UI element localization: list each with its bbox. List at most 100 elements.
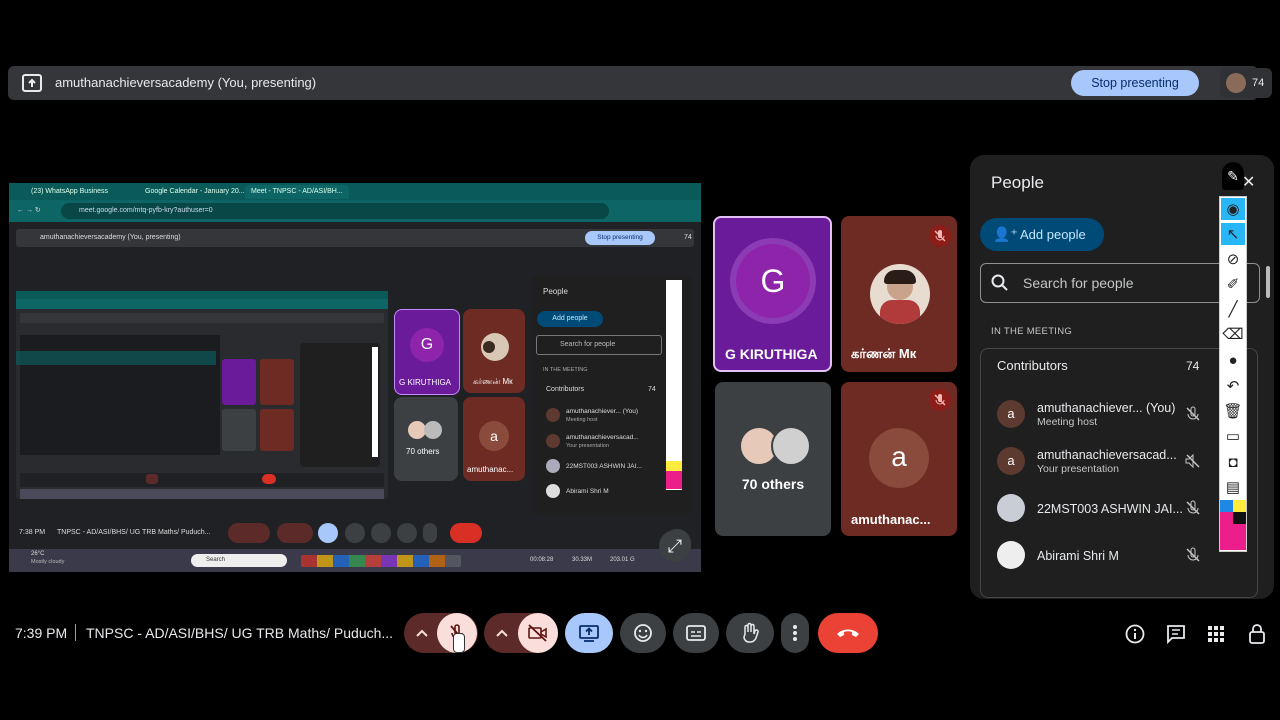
eye-icon[interactable]: ◉ (1221, 198, 1245, 220)
participant-avatars (1226, 73, 1246, 93)
presenting-title: amuthanachieversacademy (You, presenting… (55, 75, 317, 90)
participant-name: Abirami Shri M (1037, 549, 1119, 563)
contributors-count: 74 (1186, 359, 1200, 373)
color-swatch-pink[interactable] (1220, 512, 1233, 524)
clock: 7:39 PM (15, 625, 68, 641)
dot-icon[interactable]: ● (1221, 349, 1245, 371)
emoji-icon (634, 624, 652, 642)
nested-screen-capture (16, 291, 388, 499)
inner-row-name: amuthanachiever... (You) (566, 408, 639, 415)
participant-role: Your presentation (1037, 463, 1119, 475)
scrollbar[interactable] (1266, 266, 1270, 298)
inner-tile-kiruthiga: G G KIRUTHIGA (394, 309, 460, 395)
participant-name: amuthanachieversacad... (1037, 448, 1177, 462)
eraser-icon[interactable]: ⌫ (1221, 323, 1245, 345)
line-icon[interactable]: ╱ (1221, 298, 1245, 320)
add-person-icon: 👤⁺ (993, 226, 1018, 242)
address-bar[interactable]: meet.google.com/mtq-pyfb-kry?authuser=0 (61, 203, 609, 219)
avatar (997, 541, 1025, 569)
avatar: a (997, 400, 1025, 428)
inner-row-name: amuthanachieversacad... (566, 434, 639, 441)
clipboard-icon[interactable]: ▤ (1221, 476, 1245, 498)
mic-off-icon[interactable] (1183, 498, 1203, 523)
inner-annotation-toolbar (666, 280, 682, 490)
end-call-icon (837, 629, 859, 637)
inner-contributors: Contributors (546, 386, 585, 393)
whiteboard-icon[interactable]: ▭ (1221, 425, 1245, 447)
participant-count: 74 (1252, 77, 1265, 89)
color-swatch-blue[interactable] (1220, 500, 1233, 512)
present-button[interactable] (565, 613, 613, 653)
tile-name: கர்ணன் Mк (851, 346, 917, 361)
more-options-button[interactable] (781, 613, 809, 653)
color-swatch-yellow[interactable] (1233, 500, 1246, 512)
reactions-button[interactable] (620, 613, 666, 653)
browser-nav-icons[interactable]: ← → ↻ (17, 206, 41, 214)
inner-time: 7:38 PM (19, 529, 46, 536)
trash-icon[interactable]: 🗑 (1221, 400, 1245, 422)
chat-icon[interactable] (1165, 623, 1187, 650)
people-panel-title: People (991, 173, 1044, 192)
meeting-title: TNPSC - AD/ASI/BHS/ UG TRB Maths/ Puduch… (86, 625, 394, 641)
browser-tab-meet[interactable]: Meet - TNPSC - AD/ASI/BH... (245, 185, 349, 199)
tile-kiruthiga[interactable]: G G KIRUTHIGA (713, 216, 832, 372)
browser-tab-calendar[interactable]: Google Calendar - January 20... (139, 185, 251, 199)
browser-tab-whatsapp[interactable]: (23) WhatsApp Business (25, 185, 115, 199)
tile-amuthan[interactable]: a amuthanac... (841, 382, 957, 536)
close-icon[interactable]: ✕ (1242, 172, 1255, 192)
stop-presenting-button[interactable]: Stop presenting (1071, 70, 1199, 96)
highlighter-icon[interactable]: ✐ (1221, 273, 1245, 295)
inner-row-name: Abirami Shri M (566, 488, 609, 495)
taskbar-weather: 26°C (31, 551, 45, 557)
fullscreen-icon[interactable]: ⤢ (659, 530, 691, 562)
mic-off-icon[interactable] (1183, 545, 1203, 570)
host-controls-icon[interactable] (1246, 622, 1268, 651)
captions-button[interactable] (673, 613, 719, 653)
color-swatch-black[interactable] (1233, 512, 1246, 524)
tile-name: G KIRUTHIGA (725, 346, 818, 362)
tile-others[interactable]: 70 others (715, 382, 831, 536)
inner-row-sub: Meeting host (566, 417, 598, 423)
inner-stop-button: Stop presenting (585, 231, 655, 245)
taskbar-rec-time: 00:08:28 (530, 557, 554, 563)
undo-icon[interactable]: ↶ (1221, 375, 1245, 397)
tile-karnan[interactable]: கர்ணன் Mк (841, 216, 957, 372)
inner-count: 74 (684, 234, 692, 241)
taskbar-rec-size1: 30.33M (572, 557, 593, 563)
mic-options-button[interactable] (404, 613, 440, 653)
avatar: a (869, 428, 929, 488)
inner-add-people: Add people (537, 311, 603, 327)
raise-hand-button[interactable] (726, 613, 774, 653)
inner-tile-others: 70 others (394, 397, 458, 481)
meeting-info-icon[interactable] (1124, 623, 1146, 650)
inner-presenting-title: amuthanachieversacademy (You, presenting… (40, 234, 181, 241)
leave-call-button[interactable] (818, 613, 878, 653)
camera-options-button[interactable] (484, 613, 520, 653)
camera-icon[interactable]: ◘ (1221, 451, 1245, 473)
avatar (870, 264, 930, 324)
activities-icon[interactable] (1206, 624, 1226, 649)
search-icon (990, 273, 1010, 298)
tile-name: 70 others (741, 476, 805, 492)
inner-tile-karnan: கர்ணன் Mк (463, 309, 525, 393)
cursor-icon[interactable]: ↖ (1221, 223, 1245, 245)
inner-row-sub: Your presentation (566, 443, 609, 449)
no-draw-icon[interactable]: ⊘ (1221, 248, 1245, 270)
camera-toggle-button[interactable] (518, 613, 558, 653)
speaker-off-icon[interactable] (1183, 451, 1203, 476)
more-vert-icon (793, 625, 797, 641)
chevron-up-icon (416, 629, 428, 637)
hand-cursor-icon (453, 633, 465, 653)
avatar (997, 494, 1025, 522)
inner-in-meeting: IN THE MEETING (543, 367, 588, 373)
add-people-button[interactable]: 👤⁺ Add people (980, 218, 1104, 251)
tile-name: amuthanac... (851, 512, 931, 527)
pen-tool-icon[interactable]: ✎ (1222, 162, 1244, 190)
search-placeholder: Search for people (1023, 275, 1134, 291)
raise-hand-icon (743, 622, 759, 643)
mic-off-icon[interactable] (1183, 404, 1203, 429)
avatar (771, 426, 811, 466)
contributors-label[interactable]: Contributors (997, 358, 1068, 373)
current-color[interactable] (1220, 524, 1246, 550)
inner-row-name: 22MST003 ASHWIN JAI... (566, 463, 642, 470)
